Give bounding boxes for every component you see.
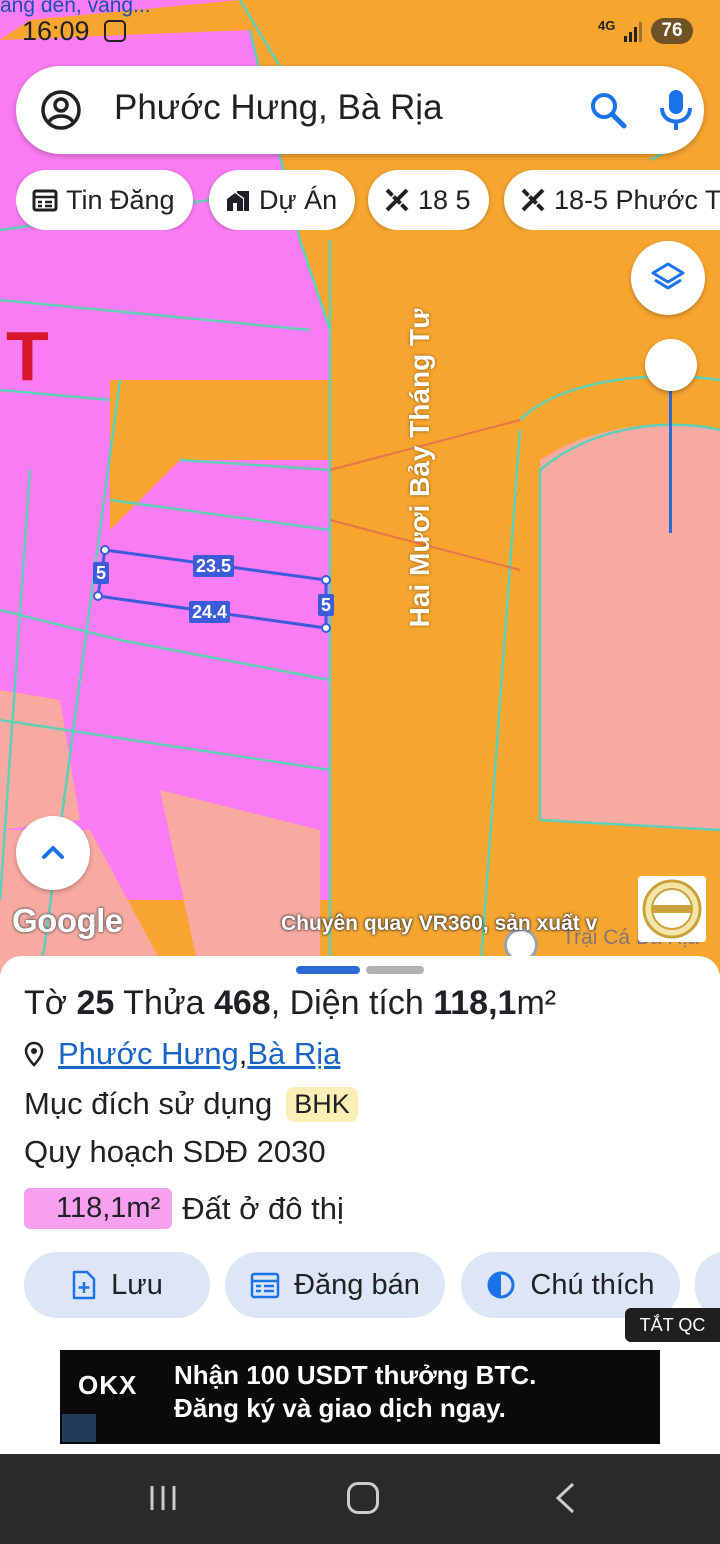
area-unit: m² xyxy=(516,984,557,1022)
chip-du-an[interactable]: Dự Án xyxy=(209,170,356,230)
signal-icon xyxy=(624,22,642,42)
ward-link[interactable]: Phước Hưng xyxy=(58,1036,239,1072)
dimension-bottom-label: 24.4 xyxy=(189,601,231,623)
back-icon[interactable] xyxy=(553,1482,577,1514)
half-circle-icon xyxy=(487,1271,515,1299)
network-type: 4G xyxy=(598,18,616,33)
chip-label: Dự Án xyxy=(259,184,338,215)
add-file-icon xyxy=(72,1270,96,1300)
chip-label: 18-5 Phước T xyxy=(554,184,720,215)
area-value: 118,1 xyxy=(433,984,517,1022)
zoning-area-row: 118,1m² Đất ở đô thị xyxy=(24,1188,344,1229)
filter-chips: Tin Đăng Dự Án 18 5 18-5 Phước T xyxy=(16,170,720,230)
layers-icon xyxy=(651,262,685,290)
expand-button[interactable] xyxy=(16,816,90,890)
search-input[interactable]: Phước Hưng, Bà Rịa xyxy=(114,88,443,128)
action-buttons: Lưu Đăng bán Chú thích xyxy=(0,1252,720,1320)
search-bar[interactable]: Phước Hưng, Bà Rịa xyxy=(16,66,704,154)
action-label: Đăng bán xyxy=(294,1268,420,1301)
zoning-area-chip: 118,1m² xyxy=(24,1188,173,1229)
calendar-list-icon xyxy=(250,1272,280,1299)
zoning-type: Đất ở đô thị xyxy=(182,1190,344,1226)
mic-icon[interactable] xyxy=(656,88,696,132)
dimension-top-label: 23.5 xyxy=(193,555,235,577)
map-red-mark: T xyxy=(6,317,49,395)
action-label: Lưu xyxy=(111,1268,163,1301)
chip-tin-dang[interactable]: Tin Đăng xyxy=(16,170,193,230)
home-icon[interactable] xyxy=(347,1482,379,1514)
watermark-logo xyxy=(638,876,706,942)
lot-label: Thửa xyxy=(114,984,214,1022)
ad-brand-logo: OKX xyxy=(78,1370,138,1400)
dimension-right-label: 5 xyxy=(318,594,335,616)
action-label: Chú thích xyxy=(530,1268,655,1301)
dimension-left-label: 5 xyxy=(93,562,110,584)
map-view[interactable]: T Hai Mươi Bảy Tháng Tư 23.5 24.4 5 5 an… xyxy=(0,0,720,975)
sheet-page-indicator[interactable] xyxy=(366,966,424,974)
parcel-info-sheet[interactable]: Tờ 25 Thửa 468, Diện tích 118,1m² Phước … xyxy=(0,956,720,1454)
ad-headline: Nhận 100 USDT thưởng BTC. xyxy=(174,1360,537,1390)
battery-indicator: 76 xyxy=(651,18,693,44)
ad-close-button[interactable]: TẮT QC xyxy=(625,1308,720,1342)
location-row: Phước Hưng, Bà Rịa xyxy=(24,1036,340,1072)
chip-label: 18 5 xyxy=(418,184,471,215)
sheet-page-indicator-active[interactable] xyxy=(296,966,360,974)
lot-number: 468 xyxy=(213,984,271,1022)
opacity-slider-knob[interactable] xyxy=(645,339,697,391)
chip-18-5[interactable]: 18 5 xyxy=(368,170,489,230)
location-separator: , xyxy=(238,1036,248,1071)
account-circle-icon[interactable] xyxy=(40,89,82,131)
layers-button[interactable] xyxy=(631,241,705,315)
sheet-label: Tờ xyxy=(24,984,77,1022)
system-navigation-bar xyxy=(0,1454,720,1544)
area-label: , Diện tích xyxy=(270,984,434,1022)
buildings-icon xyxy=(227,191,249,211)
land-use-purpose: Mục đích sử dụng BHK xyxy=(24,1086,358,1122)
map-caption: Chuyên quay VR360, sản xuất v xyxy=(281,912,598,935)
post-sale-button[interactable]: Đăng bán xyxy=(225,1252,445,1318)
save-button[interactable]: Lưu xyxy=(24,1252,210,1318)
screenshot-icon xyxy=(104,20,126,42)
chevron-up-icon xyxy=(42,846,64,859)
road-label: Hai Mươi Bảy Tháng Tư xyxy=(404,308,435,628)
calendar-list-icon xyxy=(32,189,58,212)
sheet-number: 25 xyxy=(76,984,115,1022)
purpose-label: Mục đích sử dụng xyxy=(24,1086,273,1121)
status-bar: ang đến, vàng... 16:09 4G 76 xyxy=(0,0,720,60)
google-logo: Google xyxy=(12,902,123,939)
ad-subline: Đăng ký và giao dịch ngay. xyxy=(174,1393,506,1423)
city-link[interactable]: Bà Rịa xyxy=(247,1036,340,1072)
ad-banner[interactable]: OKX Nhận 100 USDT thưởng BTC. Đăng ký và… xyxy=(60,1350,660,1444)
ruler-cross-icon xyxy=(385,188,409,212)
plan-label: Quy hoạch SDĐ 2030 xyxy=(24,1134,326,1169)
ruler-cross-icon xyxy=(521,188,545,212)
purpose-code-badge: BHK xyxy=(286,1086,358,1122)
location-pin-icon xyxy=(24,1041,44,1067)
search-icon[interactable] xyxy=(588,90,628,130)
recent-apps-icon[interactable] xyxy=(148,1484,178,1512)
parcel-title: Tờ 25 Thửa 468, Diện tích 118,1m² xyxy=(24,984,556,1023)
status-time: 16:09 xyxy=(22,16,90,46)
ad-play-icon[interactable] xyxy=(62,1414,96,1442)
chip-label: Tin Đăng xyxy=(66,184,175,215)
chip-18-5-phuoc[interactable]: 18-5 Phước T xyxy=(504,170,720,230)
